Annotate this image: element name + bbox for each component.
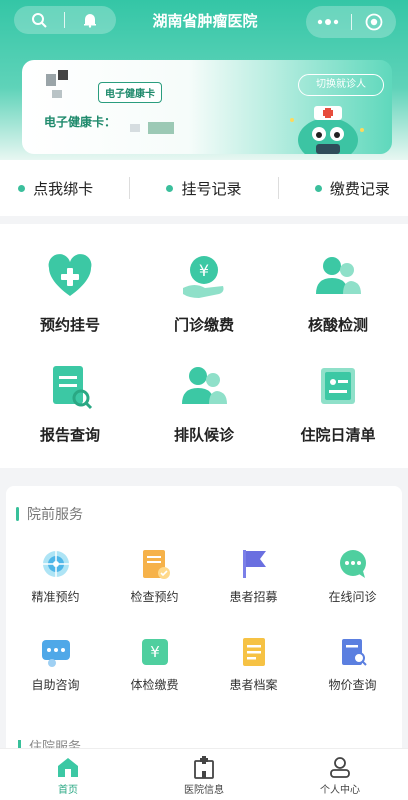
section-title: 院前服务 [16,504,83,524]
quick-link-label: 缴费记录 [329,179,390,198]
qr-placeholder [52,90,62,98]
appointment-registration-button[interactable]: 预约挂号 [2,224,138,334]
home-icon [56,755,80,779]
doc-search-icon [337,636,369,668]
pre-hospital-services-section: 院前服务 精准预约 检查预约 患者招募 在线问诊 自助咨询 ¥ 体检缴费 患者档… [6,486,402,756]
grid-label: 门诊缴费 [173,316,234,334]
masked-text [148,122,174,134]
divider [277,177,279,199]
online-consultation-button[interactable]: 在线问诊 [303,548,402,638]
hospital-icon [192,755,216,779]
grid-label: 预约挂号 [39,316,100,334]
payment-records-link[interactable]: 缴费记录 [314,178,390,199]
report-query-button[interactable]: 报告查询 [2,334,138,444]
grid-label: 住院日清单 [300,426,376,444]
health-card-label: 电子健康卡： [44,115,117,129]
exam-appointment-button[interactable]: 检查预约 [105,548,204,638]
chat-bubble-icon [337,548,369,580]
patient-recruitment-button[interactable]: 患者招募 [204,548,303,638]
page-title: 湖南省肿瘤医院 [152,12,258,30]
qr-placeholder [46,74,56,86]
inpatient-daily-list-button[interactable]: 住院日清单 [270,334,406,444]
tab-home[interactable]: 首页 [13,749,123,800]
checklist-icon [139,548,171,580]
tab-label: 首页 [58,785,78,796]
section-title-bar [16,507,19,521]
grid-label: 报告查询 [39,426,100,444]
more-icon[interactable] [306,6,351,38]
tab-personal-center[interactable]: 个人中心 [285,749,395,800]
bell-icon[interactable] [65,6,115,34]
queue-waiting-button[interactable]: 排队候诊 [136,334,272,444]
miniapp-capsule [306,6,396,38]
bullet-dot [166,184,174,192]
service-label: 精准预约 [31,590,80,604]
quick-link-label: 点我绑卡 [33,179,94,198]
outpatient-payment-button[interactable]: ¥ 门诊缴费 [136,224,272,334]
header-left-capsule [14,6,116,34]
people-icon [179,362,229,412]
nucleic-acid-test-button[interactable]: 核酸检测 [270,224,406,334]
health-card-badge: 电子健康卡 [98,82,162,103]
service-label: 检查预约 [130,590,179,604]
service-label: 体检缴费 [130,678,179,692]
grid-label: 核酸检测 [307,316,368,334]
target-icon [40,548,72,580]
svg-text:¥: ¥ [150,643,160,661]
main-service-grid: 预约挂号 ¥ 门诊缴费 核酸检测 报告查询 排队候诊 住院日清单 [0,224,408,468]
user-icon [328,755,352,779]
yen-hand-icon: ¥ [179,252,229,302]
physical-exam-payment-button[interactable]: ¥ 体检缴费 [105,636,204,726]
precise-appointment-button[interactable]: 精准预约 [6,548,105,638]
bind-card-link[interactable]: 点我绑卡 [18,178,93,199]
service-label: 患者招募 [229,590,278,604]
bottom-tab-bar: 首页 医院信息 个人中心 [0,748,408,800]
tab-label: 个人中心 [320,785,360,796]
close-target-icon[interactable] [351,6,396,38]
yen-card-icon: ¥ [139,636,171,668]
divider [129,177,131,199]
patient-records-button[interactable]: 患者档案 [204,636,303,726]
switch-patient-button[interactable]: 切换就诊人 [298,74,384,96]
registration-records-link[interactable]: 挂号记录 [166,178,242,199]
health-card[interactable]: 电子健康卡 电子健康卡： 切换就诊人 [22,60,392,154]
search-icon[interactable] [14,6,64,34]
bullet-dot [18,184,26,192]
service-label: 在线问诊 [328,590,377,604]
report-search-icon [45,362,95,412]
service-label: 患者档案 [229,678,278,692]
tab-label: 医院信息 [184,785,224,796]
service-label: 自助咨询 [31,678,80,692]
tab-hospital-info[interactable]: 医院信息 [149,749,259,800]
quick-links-bar: 点我绑卡 挂号记录 缴费记录 [0,160,408,216]
price-query-button[interactable]: 物价查询 [303,636,402,726]
quick-link-label: 挂号记录 [181,179,242,198]
people-icon [313,252,363,302]
grid-label: 排队候诊 [173,426,234,444]
qr-placeholder [58,70,68,80]
scroll-icon [313,362,363,412]
self-service-consultation-button[interactable]: 自助咨询 [6,636,105,726]
bullet-dot [314,184,322,192]
top-header: 湖南省肿瘤医院 电子健康卡 电子健康卡： 切换就诊人 [0,0,408,160]
heart-plus-icon [45,252,95,302]
file-icon [238,636,270,668]
service-label: 物价查询 [328,678,377,692]
section-title-text: 院前服务 [27,507,83,523]
chat-icon [40,636,72,668]
svg-text:¥: ¥ [199,261,209,280]
flag-icon [238,548,270,580]
nurse-mascot-icon [284,100,370,154]
masked-text [130,124,140,132]
